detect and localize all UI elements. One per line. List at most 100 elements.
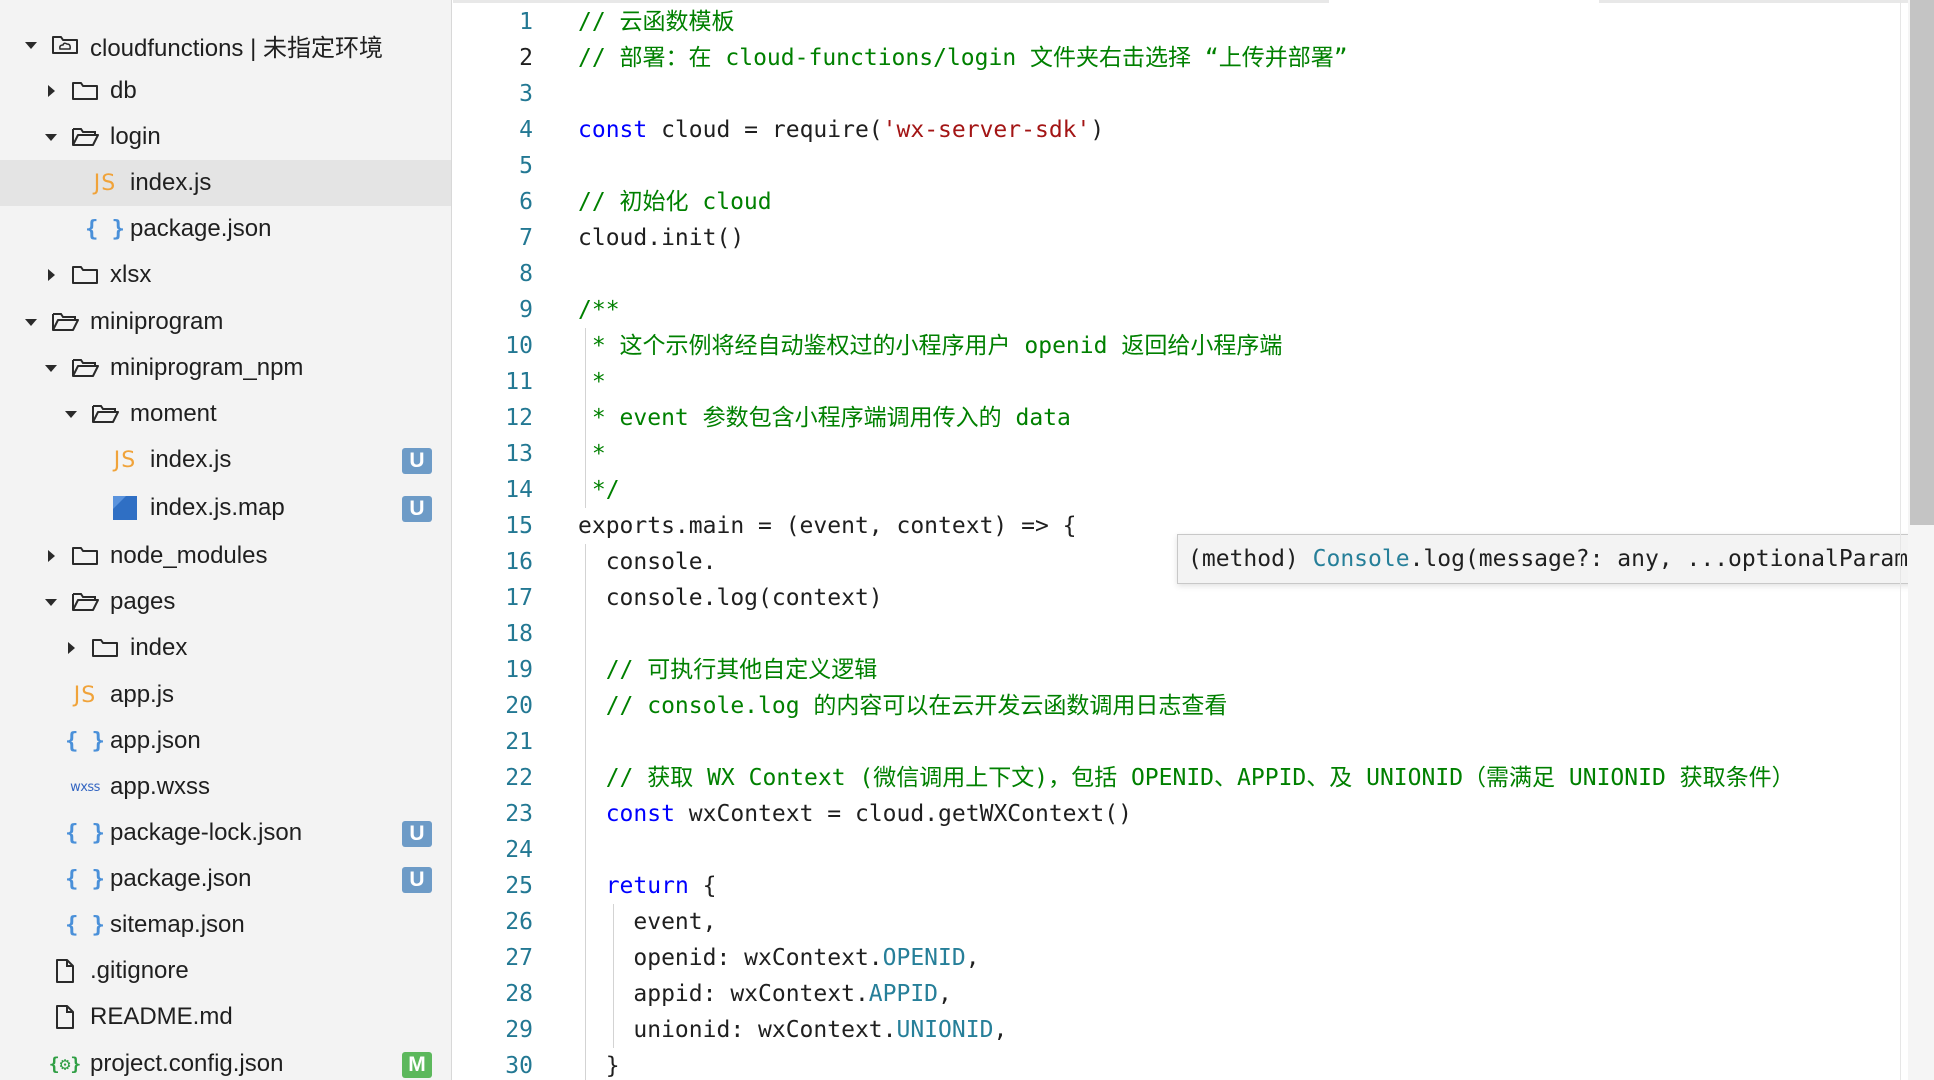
tree-item[interactable]: node_modules bbox=[0, 533, 451, 579]
map-file-icon bbox=[110, 495, 140, 521]
tree-item-label: miniprogram bbox=[90, 308, 224, 335]
tree-item-label: moment bbox=[130, 400, 217, 427]
code-token: 'wx-server-sdk' bbox=[882, 117, 1091, 143]
tree-item[interactable]: JS app.js bbox=[0, 672, 451, 718]
line-number: 24 bbox=[505, 837, 533, 863]
tree-item[interactable]: .gitignore bbox=[0, 948, 451, 994]
line-number: 4 bbox=[519, 117, 533, 143]
tree-item[interactable]: db bbox=[0, 68, 451, 114]
code-token: wxContext = cloud.getWXContext() bbox=[674, 801, 1132, 827]
tree-item[interactable]: { } package.json bbox=[0, 206, 451, 252]
code-line[interactable]: // 云函数模板 bbox=[578, 4, 735, 40]
code-line[interactable]: /** bbox=[578, 292, 620, 328]
chevron-down-icon[interactable] bbox=[20, 34, 42, 56]
tree-item-label: package-lock.json bbox=[110, 819, 303, 846]
tree-item[interactable]: index.js.map U bbox=[0, 485, 451, 531]
tree-item[interactable]: { } app.json bbox=[0, 718, 451, 764]
tree-item[interactable]: wxss app.wxss bbox=[0, 764, 451, 810]
chevron-down-icon[interactable] bbox=[40, 357, 62, 379]
git-untracked-badge: U bbox=[402, 496, 432, 522]
code-line[interactable]: exports.main = (event, context) => { bbox=[578, 508, 1077, 544]
code-line[interactable]: cloud.init() bbox=[578, 220, 744, 256]
file-explorer: cloudfunctions | 未指定环境 db login JS index.js{… bbox=[0, 0, 452, 1080]
line-number: 14 bbox=[505, 477, 533, 503]
code-token: unionid: wxContext. bbox=[578, 1017, 897, 1043]
code-line[interactable]: openid: wxContext.OPENID, bbox=[578, 940, 979, 976]
active-tab-indicator bbox=[1329, 0, 1599, 3]
code-line[interactable]: // 初始化 cloud bbox=[578, 184, 772, 220]
tree-item[interactable]: cloudfunctions | 未指定环境 bbox=[0, 22, 451, 68]
folder-icon bbox=[70, 543, 100, 569]
line-number: 25 bbox=[505, 873, 533, 899]
tree-item-label: app.js bbox=[110, 681, 175, 708]
code-editor[interactable]: 1 2 3 4 5 6 7 8 9 10 11 12 13 14 15 16 17 18 19 20 21 22 23 24 2… bbox=[453, 0, 1934, 1080]
line-number: 18 bbox=[505, 621, 533, 647]
code-line[interactable]: // console.log 的内容可以在云开发云函数调用日志查看 bbox=[578, 688, 1228, 724]
folder-open-icon bbox=[50, 309, 80, 335]
tree-item[interactable]: {⚙} project.config.json M bbox=[0, 1041, 451, 1080]
tree-item[interactable]: { } package-lock.json U bbox=[0, 810, 451, 856]
chevron-down-icon[interactable] bbox=[40, 591, 62, 613]
code-line[interactable]: // 部署：在 cloud-functions/login 文件夹右击选择 “上… bbox=[578, 40, 1348, 76]
code-line[interactable]: const cloud = require('wx-server-sdk') bbox=[578, 112, 1104, 148]
code-line[interactable]: // 可执行其他自定义逻辑 bbox=[578, 652, 878, 688]
line-number: 13 bbox=[505, 441, 533, 467]
tree-item-label: app.wxss bbox=[110, 773, 211, 800]
code-line[interactable]: const wxContext = cloud.getWXContext() bbox=[578, 796, 1132, 832]
tree-item[interactable]: README.md bbox=[0, 994, 451, 1040]
line-number: 23 bbox=[505, 801, 533, 827]
tree-item[interactable]: index bbox=[0, 625, 451, 671]
code-token: UNIONID bbox=[896, 1017, 994, 1043]
tree-item-label: index bbox=[130, 634, 188, 661]
tree-item[interactable]: { } sitemap.json bbox=[0, 902, 451, 948]
line-number: 10 bbox=[505, 333, 533, 359]
tree-item-label: app.json bbox=[110, 727, 201, 754]
code-line[interactable]: return { bbox=[578, 868, 717, 904]
tree-item[interactable]: miniprogram bbox=[0, 299, 451, 345]
code-token: console.log(context) bbox=[578, 585, 883, 611]
tree-item-label: README.md bbox=[90, 1003, 233, 1030]
tree-item-label: db bbox=[110, 77, 137, 104]
git-untracked-badge: U bbox=[402, 867, 432, 893]
tree-item[interactable]: login bbox=[0, 114, 451, 160]
code-line[interactable]: console. bbox=[578, 544, 717, 580]
code-token: { bbox=[688, 873, 717, 899]
code-line[interactable]: event, bbox=[578, 904, 716, 940]
config-file-icon: {⚙} bbox=[48, 1053, 82, 1075]
chevron-right-icon[interactable] bbox=[40, 80, 62, 102]
chevron-down-icon[interactable] bbox=[40, 126, 62, 148]
code-line[interactable]: * event 参数包含小程序端调用传入的 data bbox=[578, 400, 1071, 436]
code-line[interactable]: console.log(context) bbox=[578, 580, 883, 616]
tree-item[interactable]: xlsx bbox=[0, 252, 451, 298]
code-token: , bbox=[938, 981, 952, 1007]
code-line[interactable]: unionid: wxContext.UNIONID, bbox=[578, 1012, 1007, 1048]
code-token: return bbox=[605, 873, 689, 899]
tree-item[interactable]: pages bbox=[0, 579, 451, 625]
code-line[interactable]: appid: wxContext.APPID, bbox=[578, 976, 952, 1012]
line-number: 6 bbox=[519, 189, 533, 215]
line-number: 2 bbox=[519, 45, 533, 71]
json-file-icon: { } bbox=[85, 216, 125, 242]
code-line[interactable]: * 这个示例将经自动鉴权过的小程序用户 openid 返回给小程序端 bbox=[578, 328, 1282, 364]
line-number: 15 bbox=[505, 513, 533, 539]
tree-item-label: project.config.json bbox=[90, 1050, 284, 1077]
tree-item-label: sitemap.json bbox=[110, 911, 245, 938]
scrollbar-thumb[interactable] bbox=[1910, 0, 1934, 525]
file-icon bbox=[50, 1004, 80, 1030]
chevron-down-icon[interactable] bbox=[60, 403, 82, 425]
chevron-right-icon[interactable] bbox=[40, 264, 62, 286]
tree-item[interactable]: moment bbox=[0, 391, 451, 437]
code-line[interactable]: // 获取 WX Context (微信调用上下文)，包括 OPENID、APP… bbox=[578, 760, 1795, 796]
tree-item[interactable]: { } package.json U bbox=[0, 856, 451, 902]
chevron-down-icon[interactable] bbox=[20, 311, 42, 333]
tree-item[interactable]: JS index.js U bbox=[0, 437, 451, 483]
tree-item[interactable]: JS index.js bbox=[0, 160, 451, 206]
folder-icon bbox=[70, 262, 100, 288]
chevron-right-icon[interactable] bbox=[60, 637, 82, 659]
code-line[interactable]: * bbox=[578, 364, 606, 400]
chevron-right-icon[interactable] bbox=[40, 545, 62, 567]
code-line[interactable]: * bbox=[578, 436, 606, 472]
tree-item[interactable]: miniprogram_npm bbox=[0, 345, 451, 391]
line-number: 27 bbox=[505, 945, 533, 971]
